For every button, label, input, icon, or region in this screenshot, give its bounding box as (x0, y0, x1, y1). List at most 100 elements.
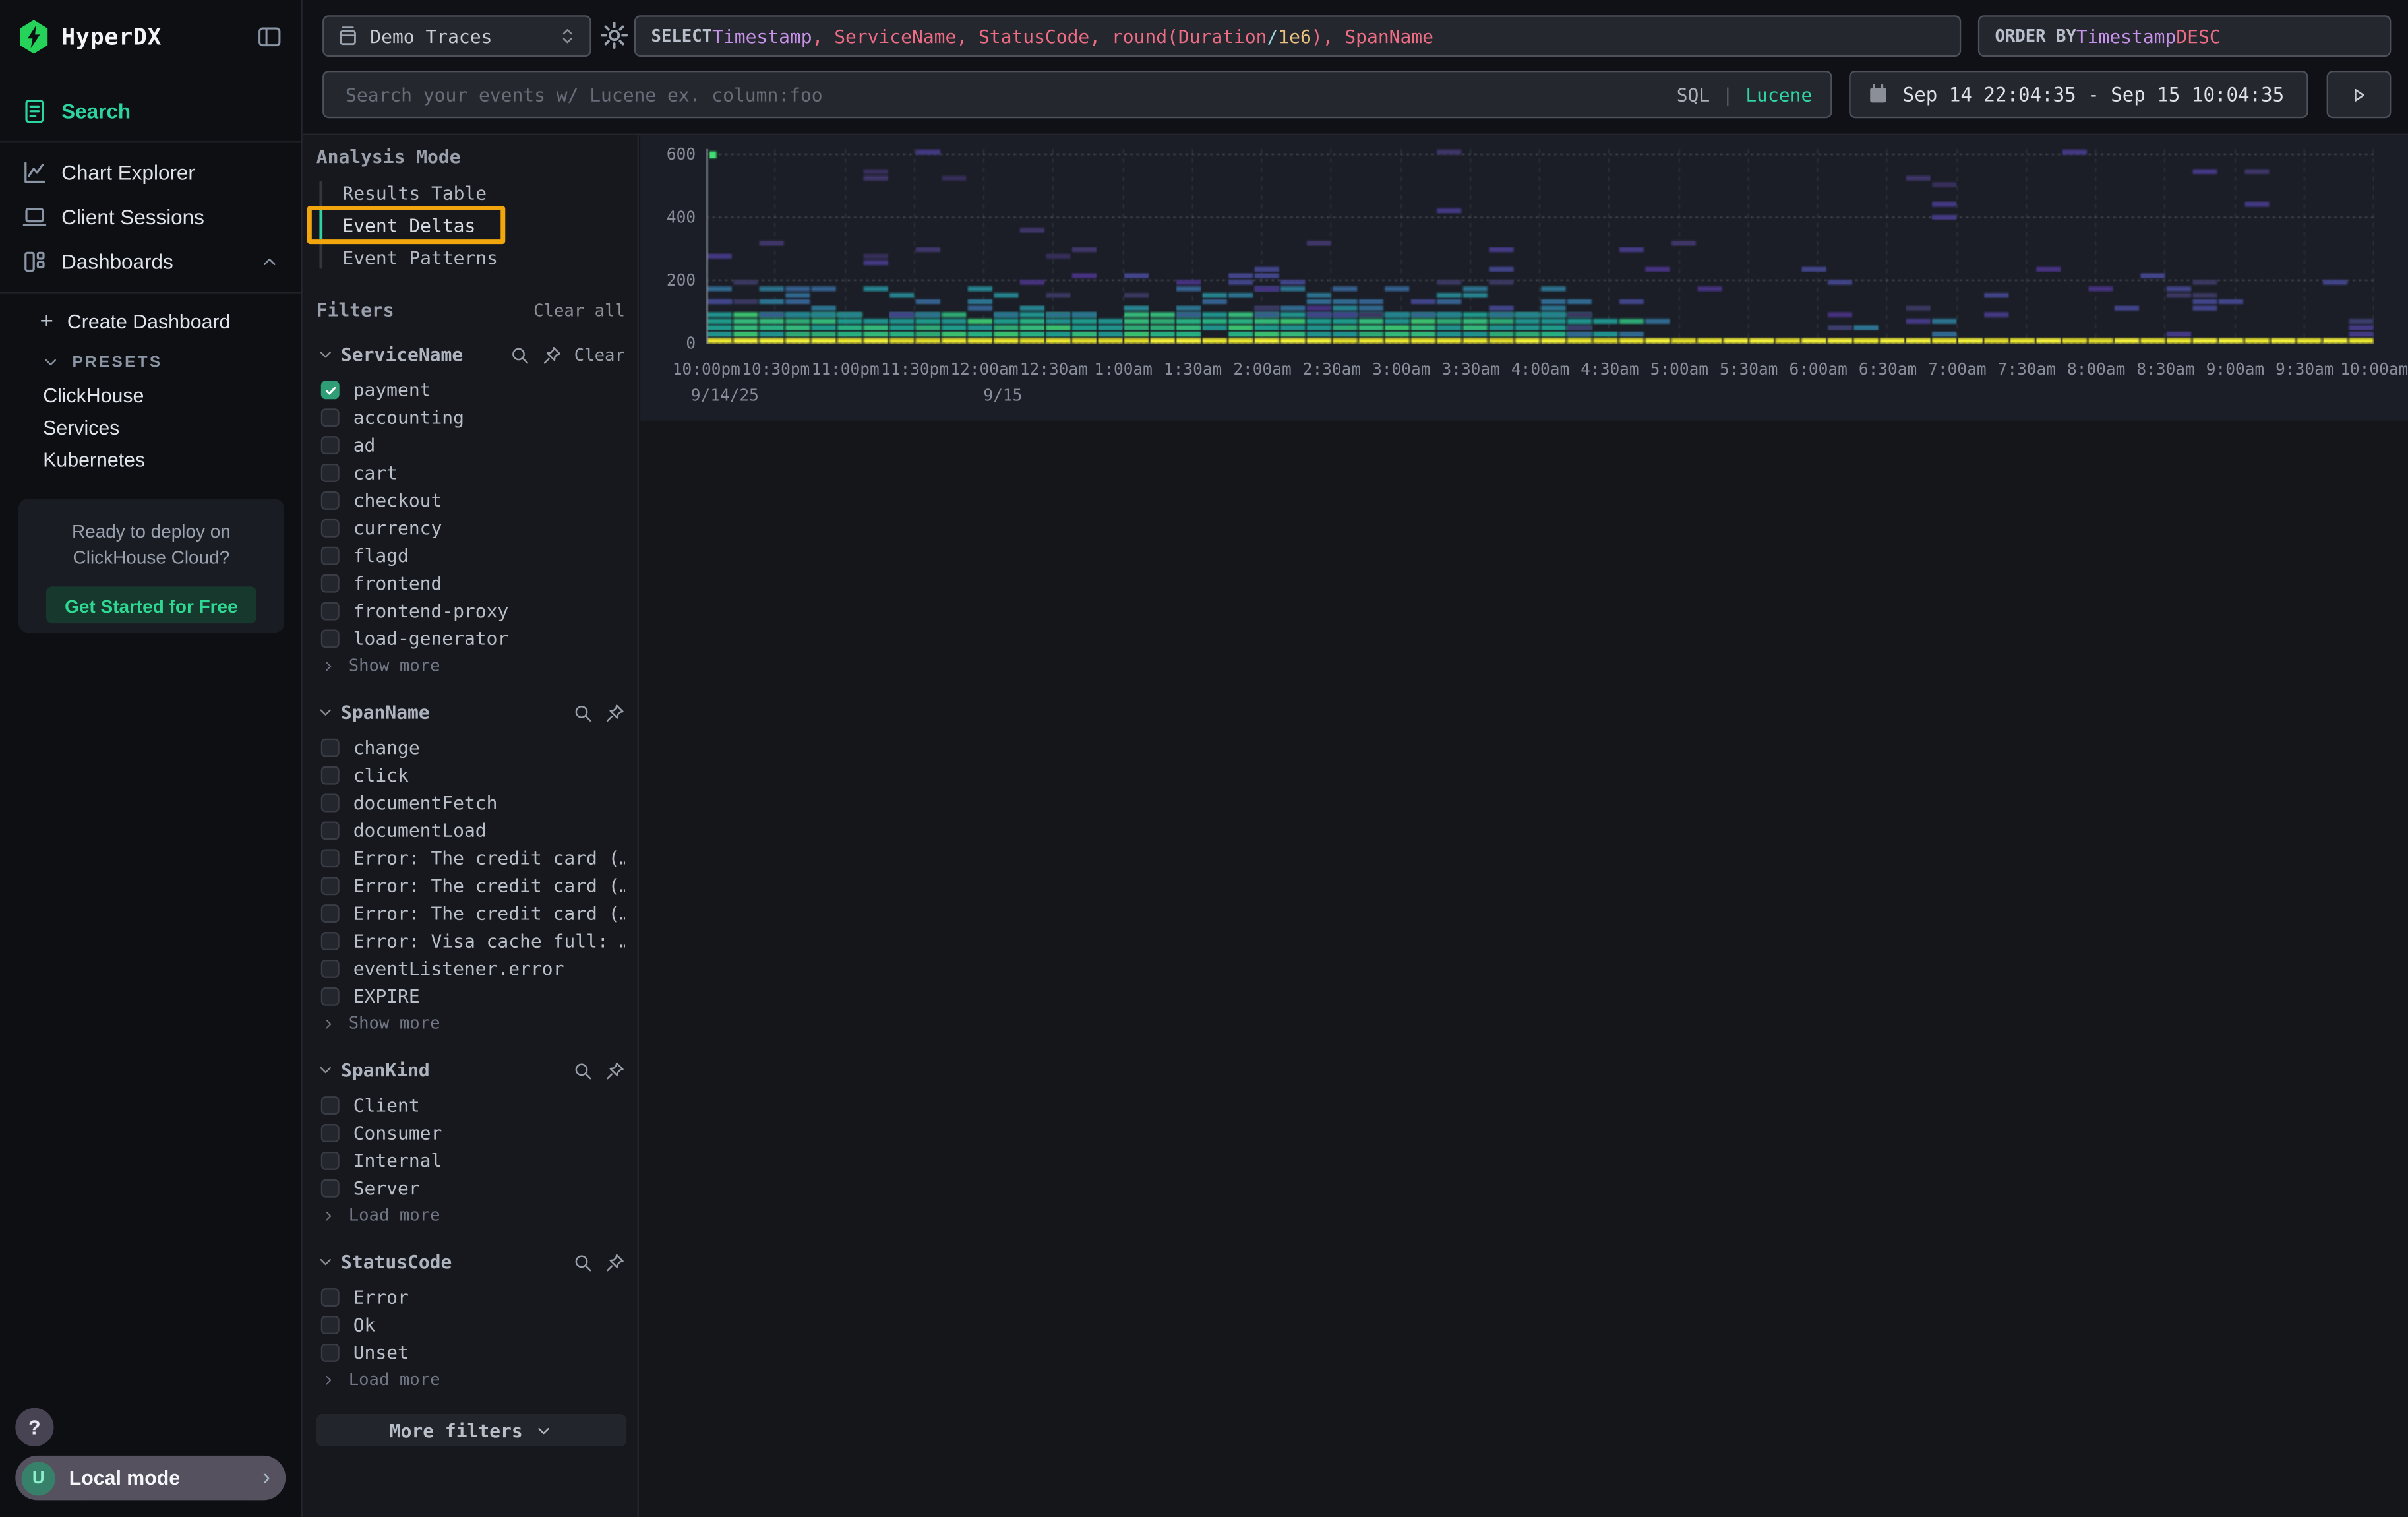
checkbox-unchecked[interactable] (321, 491, 340, 510)
checkbox-unchecked[interactable] (321, 849, 340, 867)
sidebar-item-search[interactable]: Search (0, 89, 301, 134)
checkbox-unchecked[interactable] (321, 821, 340, 840)
pin-icon[interactable] (542, 345, 562, 365)
filter-checkbox-row[interactable]: Error: The credit card (… (316, 872, 625, 900)
load-more-button[interactable]: Load more (316, 1202, 625, 1229)
create-dashboard-button[interactable]: + Create Dashboard (0, 303, 301, 340)
checkbox-unchecked[interactable] (321, 629, 340, 648)
filter-checkbox-row[interactable]: documentFetch (316, 789, 625, 817)
checkbox-unchecked[interactable] (321, 932, 340, 950)
checkbox-unchecked[interactable] (321, 1344, 340, 1362)
filter-checkbox-row[interactable]: Error: The credit card (… (316, 900, 625, 927)
checkbox-unchecked[interactable] (321, 464, 340, 482)
checkbox-unchecked[interactable] (321, 519, 340, 538)
analysis-option-event-patterns[interactable]: Event Patterns (316, 241, 625, 273)
load-more-button[interactable]: Load more (316, 1367, 625, 1393)
filter-checkbox-row[interactable]: Error: Visa cache full: … (316, 927, 625, 955)
show-more-button[interactable]: Show more (316, 652, 625, 679)
filter-checkbox-row[interactable]: documentLoad (316, 817, 625, 844)
checkbox-unchecked[interactable] (321, 1152, 340, 1170)
settings-gear-icon[interactable] (599, 20, 630, 51)
checkbox-unchecked[interactable] (321, 904, 340, 923)
filter-checkbox-row[interactable]: Unset (316, 1339, 625, 1367)
checkbox-unchecked[interactable] (321, 987, 340, 1006)
sidebar-collapse-icon[interactable] (256, 24, 283, 49)
checkbox-unchecked[interactable] (321, 1316, 340, 1334)
filter-checkbox-row[interactable]: Consumer (316, 1119, 625, 1147)
analysis-option-event-deltas[interactable]: Event Deltas (316, 209, 625, 241)
checkbox-unchecked[interactable] (321, 960, 340, 978)
filter-checkbox-row[interactable]: ad (316, 431, 625, 459)
checkbox-unchecked[interactable] (321, 436, 340, 454)
filter-checkbox-row[interactable]: checkout (316, 487, 625, 514)
get-started-button[interactable]: Get Started for Free (46, 586, 256, 623)
show-more-button[interactable]: Show more (316, 1010, 625, 1037)
source-select[interactable]: Demo Traces (322, 15, 591, 57)
checkbox-unchecked[interactable] (321, 766, 340, 785)
filter-checkbox-row[interactable]: cart (316, 459, 625, 487)
heatmap-canvas[interactable] (706, 149, 2374, 344)
filter-checkbox-row[interactable]: Error (316, 1284, 625, 1311)
clear-all-button[interactable]: Clear all (533, 301, 625, 321)
time-range-picker[interactable]: Sep 14 22:04:35 - Sep 15 10:04:35 (1849, 71, 2308, 118)
user-menu[interactable]: U Local mode › (15, 1456, 286, 1501)
lucene-mode-option[interactable]: Lucene (1745, 84, 1812, 106)
sidebar-item-client-sessions[interactable]: Client Sessions (0, 195, 301, 240)
filter-checkbox-row[interactable]: accounting (316, 404, 625, 431)
checkbox-unchecked[interactable] (321, 1124, 340, 1142)
filter-checkbox-row[interactable]: frontend-proxy (316, 598, 625, 625)
filter-checkbox-row[interactable]: eventListener.error (316, 955, 625, 983)
sidebar-item-dashboards[interactable]: Dashboards (0, 239, 301, 284)
filter-checkbox-row[interactable]: Internal (316, 1147, 625, 1175)
filter-checkbox-row[interactable]: Server (316, 1175, 625, 1202)
analysis-option-results-table[interactable]: Results Table (316, 177, 625, 209)
filter-checkbox-row[interactable]: Ok (316, 1311, 625, 1339)
checkbox-unchecked[interactable] (321, 574, 340, 593)
sidebar-item-label: Client Sessions (61, 206, 204, 229)
filter-checkbox-row[interactable]: currency (316, 514, 625, 542)
filter-checkbox-row[interactable]: Client (316, 1092, 625, 1119)
filter-checkbox-row[interactable]: payment (316, 376, 625, 404)
run-query-button[interactable] (2327, 71, 2392, 118)
filter-checkbox-row[interactable]: Error: The credit card (… (316, 844, 625, 872)
checkbox-unchecked[interactable] (321, 794, 340, 813)
preset-item-services[interactable]: Services (0, 412, 301, 444)
checkbox-unchecked[interactable] (321, 877, 340, 895)
order-by-editor[interactable]: ORDER BY Timestamp DESC (1978, 15, 2392, 57)
search-icon[interactable] (573, 1060, 593, 1080)
checkbox-unchecked[interactable] (321, 1179, 340, 1198)
search-input[interactable] (342, 82, 1676, 107)
help-button[interactable]: ? (15, 1408, 53, 1446)
presets-toggle[interactable]: PRESETS (0, 346, 301, 379)
chev-down-icon[interactable] (316, 703, 335, 722)
pin-icon[interactable] (605, 1252, 625, 1272)
checkbox-unchecked[interactable] (321, 547, 340, 565)
pin-icon[interactable] (605, 702, 625, 722)
checkbox-unchecked[interactable] (321, 1288, 340, 1307)
checkbox-unchecked[interactable] (321, 602, 340, 621)
chev-down-icon[interactable] (316, 1253, 335, 1272)
chev-down-icon[interactable] (316, 346, 335, 364)
pin-icon[interactable] (605, 1060, 625, 1080)
checkbox-unchecked[interactable] (321, 739, 340, 757)
search-icon[interactable] (510, 345, 529, 365)
preset-item-kubernetes[interactable]: Kubernetes (0, 444, 301, 476)
filter-checkbox-row[interactable]: change (316, 734, 625, 762)
sidebar-item-chart-explorer[interactable]: Chart Explorer (0, 150, 301, 195)
filter-checkbox-row[interactable]: load-generator (316, 625, 625, 652)
chev-down-icon[interactable] (316, 1061, 335, 1080)
search-icon[interactable] (573, 1252, 593, 1272)
filter-checkbox-row[interactable]: flagd (316, 542, 625, 570)
checkbox-unchecked[interactable] (321, 408, 340, 427)
checkbox-checked[interactable] (321, 381, 340, 399)
sql-mode-option[interactable]: SQL (1677, 84, 1710, 106)
preset-item-clickhouse[interactable]: ClickHouse (0, 379, 301, 412)
filter-checkbox-row[interactable]: EXPIRE (316, 983, 625, 1010)
filter-checkbox-row[interactable]: click (316, 762, 625, 789)
search-icon[interactable] (573, 702, 593, 722)
checkbox-unchecked[interactable] (321, 1096, 340, 1115)
sql-select-editor[interactable]: SELECT Timestamp, ServiceName, StatusCod… (634, 15, 1961, 57)
filter-group-clear-button[interactable]: Clear (574, 345, 625, 365)
more-filters-button[interactable]: More filters (316, 1414, 626, 1446)
filter-checkbox-row[interactable]: frontend (316, 570, 625, 598)
